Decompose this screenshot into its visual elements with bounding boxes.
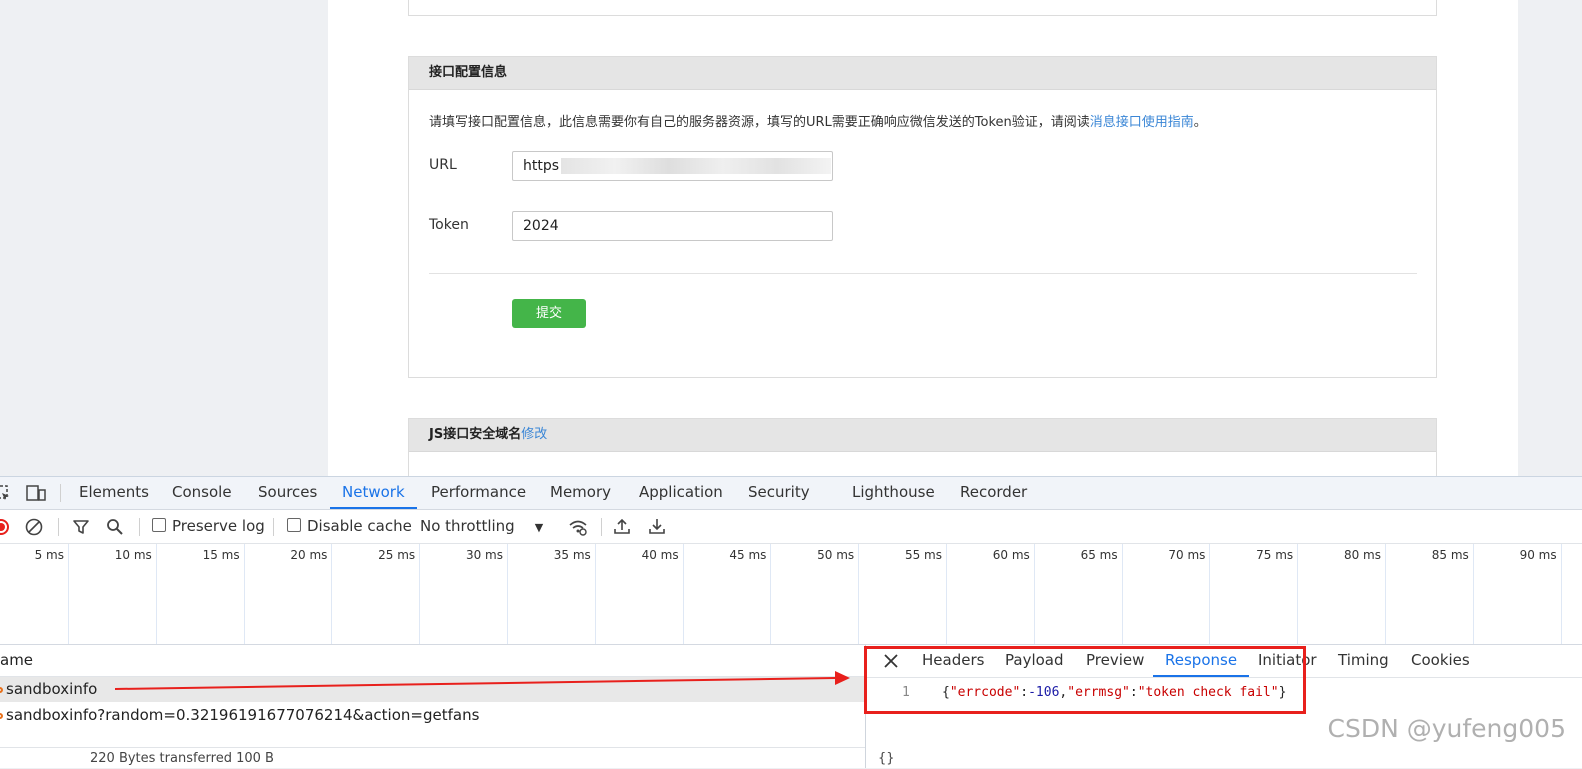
watermark: CSDN @yufeng005 bbox=[1327, 714, 1566, 743]
annotation-arrow bbox=[114, 671, 850, 690]
annotation-highlight-box bbox=[864, 646, 1306, 714]
